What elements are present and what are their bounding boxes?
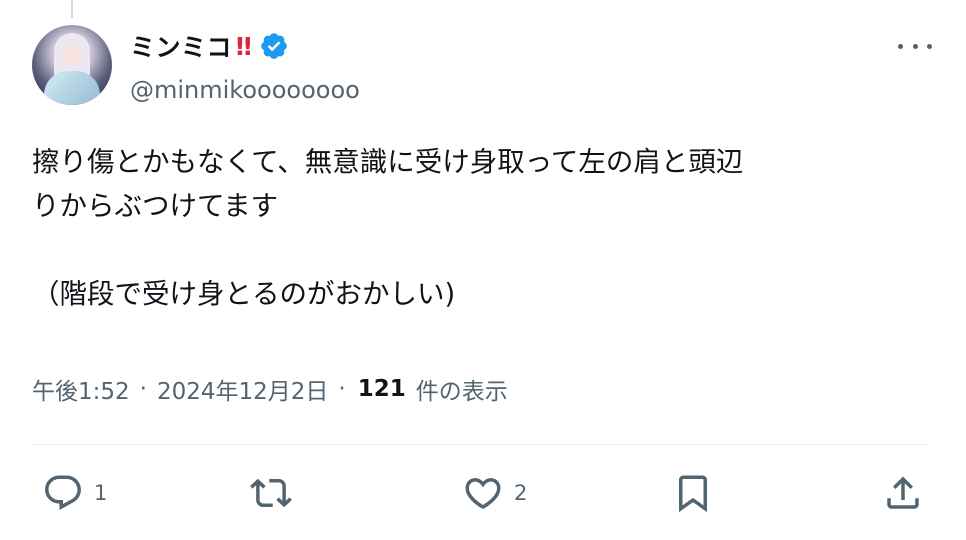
tweet-date[interactable]: 2024年12月2日 — [157, 372, 328, 406]
more-dot-icon — [927, 43, 932, 49]
bookmark-icon — [679, 475, 707, 513]
like-icon — [465, 478, 501, 510]
share-button[interactable] — [882, 470, 924, 516]
meta-separator: · — [338, 376, 346, 402]
divider — [32, 444, 932, 445]
views-label: 件の表示 — [415, 379, 508, 405]
reply-count: 1 — [94, 481, 108, 505]
tweet-time[interactable]: 午後1:52 — [32, 372, 130, 406]
reply-icon — [45, 475, 81, 510]
avatar-dress — [44, 71, 100, 105]
author-display-name[interactable]: ミンミコ — [130, 28, 232, 64]
author-name-row: ミンミコ ‼ — [130, 28, 289, 64]
reply-button[interactable]: 1 — [42, 470, 107, 516]
meta-separator: · — [139, 376, 147, 402]
tweet-actions: 1 2 — [32, 470, 932, 516]
more-dot-icon — [912, 43, 918, 49]
like-count: 2 — [514, 481, 528, 505]
like-button[interactable]: 2 — [462, 470, 527, 516]
retweet-icon — [250, 478, 292, 508]
bookmark-button[interactable] — [672, 470, 714, 516]
more-options-button[interactable] — [898, 36, 932, 56]
tweet-meta: 午後1:52 · 2024年12月2日 · 121 件の表示 — [32, 372, 508, 406]
more-dot-icon — [898, 43, 903, 49]
verified-badge-icon — [260, 33, 287, 59]
tweet-text: 擦り傷とかもなくて、無意識に受け身取って左の肩と頭辺 りからぶつけてます （階段… — [32, 146, 744, 310]
author-handle[interactable]: @minmikoooooooo — [130, 76, 360, 104]
retweet-button[interactable] — [250, 470, 302, 516]
share-icon — [887, 476, 919, 509]
avatar-face — [63, 45, 81, 65]
thread-connector-line — [71, 0, 73, 18]
avatar[interactable] — [32, 25, 112, 105]
double-exclamation-emoji: ‼ — [236, 31, 252, 61]
views-count[interactable]: 121 — [358, 376, 406, 402]
